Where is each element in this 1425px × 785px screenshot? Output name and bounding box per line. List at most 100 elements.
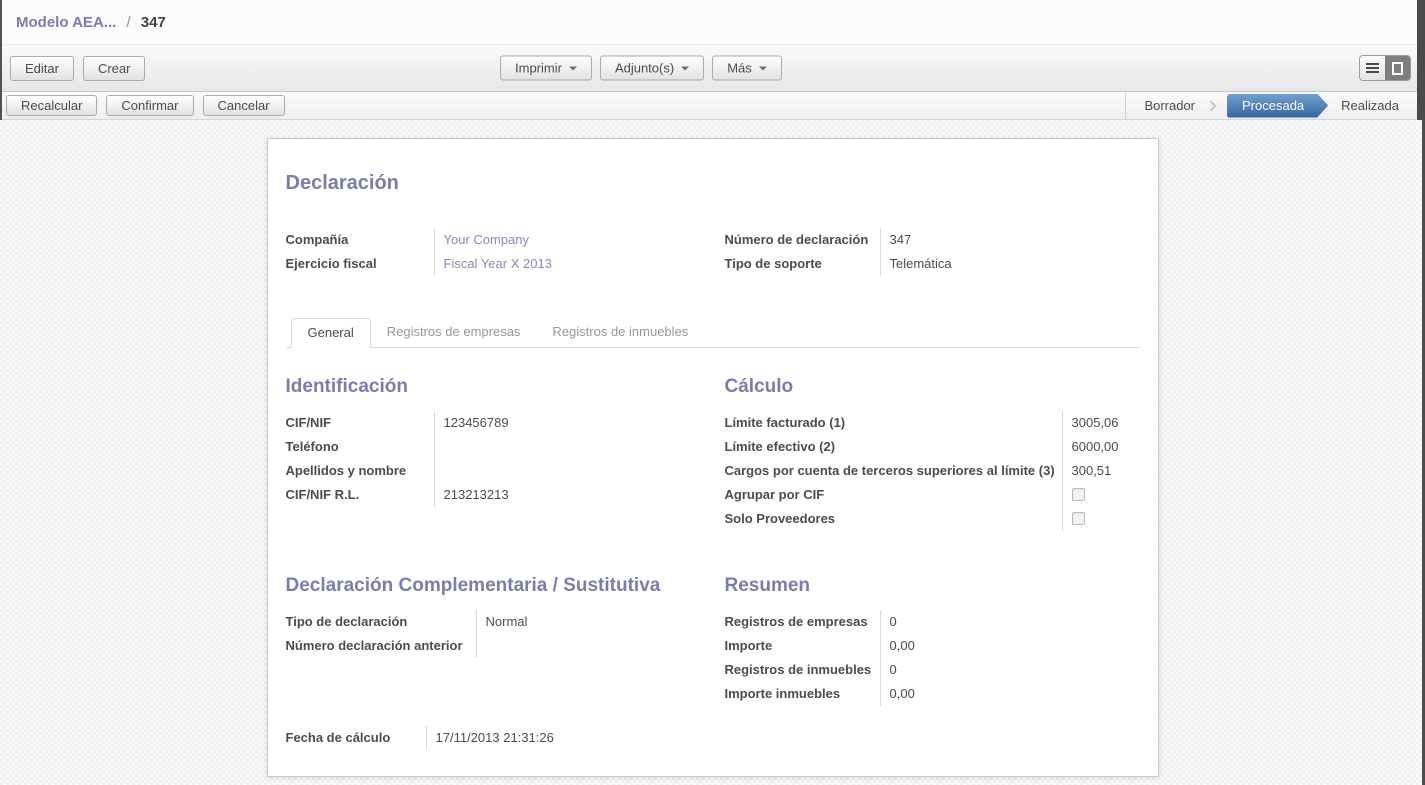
support-type-field: Tipo de soporte Telemática: [725, 252, 1140, 276]
create-button[interactable]: Crear: [83, 56, 146, 81]
cif-nif-rl-field: CIF/NIF R.L. 213213213: [286, 483, 701, 507]
top-left-group: Compañía Your Company Ejercicio fiscal F…: [286, 228, 701, 276]
declaration-number-value: 347: [880, 228, 1140, 252]
window-edge-left: [0, 0, 2, 120]
notebook-tabs: General Registros de empresas Registros …: [286, 318, 1140, 348]
registros-inmuebles-field: Registros de inmuebles 0: [725, 658, 1140, 682]
more-button-label: Más: [727, 61, 752, 76]
breadcrumb-parent-link[interactable]: Modelo AEA...: [16, 14, 116, 31]
apellidos-nombre-label: Apellidos y nombre: [286, 459, 434, 483]
tipo-declaracion-value: Normal: [476, 610, 701, 634]
complementary-group: Declaración Complementaria / Sustitutiva…: [286, 575, 701, 706]
company-link[interactable]: Your Company: [434, 228, 701, 252]
breadcrumb: Modelo AEA... / 347: [0, 0, 1425, 44]
print-button-label: Imprimir: [515, 61, 562, 76]
view-switcher: [1359, 55, 1411, 81]
fiscal-year-field: Ejercicio fiscal Fiscal Year X 2013: [286, 252, 701, 276]
support-type-value: Telemática: [880, 252, 1140, 276]
solo-proveedores-checkbox[interactable]: [1072, 512, 1085, 525]
caret-down-icon: [681, 67, 689, 71]
telefono-field: Teléfono: [286, 435, 701, 459]
summary-group: Resumen Registros de empresas 0 Importe …: [725, 575, 1140, 706]
declaration-number-field: Número de declaración 347: [725, 228, 1140, 252]
company-field: Compañía Your Company: [286, 228, 701, 252]
limite-efectivo-label: Límite efectivo (2): [725, 435, 1062, 459]
importe-inmuebles-field: Importe inmuebles 0,00: [725, 682, 1140, 706]
importe-inmuebles-value: 0,00: [880, 682, 1140, 706]
solo-proveedores-label: Solo Proveedores: [725, 507, 1062, 531]
fiscal-year-label: Ejercicio fiscal: [286, 252, 434, 276]
support-type-label: Tipo de soporte: [725, 252, 880, 276]
importe-field: Importe 0,00: [725, 634, 1140, 658]
calculation-title: Cálculo: [725, 376, 1140, 398]
breadcrumb-current: 347: [141, 14, 166, 31]
breadcrumb-divider: /: [120, 14, 136, 31]
toolbar: Editar Crear Imprimir Adjunto(s) Más: [0, 44, 1425, 92]
print-button[interactable]: Imprimir: [500, 56, 592, 81]
action-bar: Recalcular Confirmar Cancelar Borrador P…: [0, 92, 1425, 120]
cif-nif-value: 123456789: [434, 411, 701, 435]
tipo-declaracion-field: Tipo de declaración Normal: [286, 610, 701, 634]
complementary-title: Declaración Complementaria / Sustitutiva: [286, 575, 701, 597]
cif-nif-field: CIF/NIF 123456789: [286, 411, 701, 435]
numero-declaracion-anterior-value: [476, 634, 701, 658]
status-procesada[interactable]: Procesada: [1227, 94, 1328, 118]
limite-facturado-field: Límite facturado (1) 3005,06: [725, 411, 1140, 435]
fecha-calculo-label: Fecha de cálculo: [286, 726, 426, 750]
limite-facturado-value: 3005,06: [1062, 411, 1140, 435]
list-view-button[interactable]: [1360, 56, 1385, 80]
cancel-button[interactable]: Cancelar: [203, 95, 285, 116]
agrupar-por-cif-field: Agrupar por CIF: [725, 483, 1140, 507]
form-title: Declaración: [286, 172, 1140, 194]
tab-registros-de-inmuebles[interactable]: Registros de inmuebles: [536, 318, 704, 348]
registros-empresas-label: Registros de empresas: [725, 610, 880, 634]
importe-inmuebles-label: Importe inmuebles: [725, 682, 880, 706]
form-view-icon: [1392, 62, 1403, 75]
identification-group: Identificación CIF/NIF 123456789 Teléfon…: [286, 376, 701, 531]
tab-registros-de-empresas[interactable]: Registros de empresas: [371, 318, 537, 348]
agrupar-por-cif-checkbox[interactable]: [1072, 488, 1085, 501]
limite-efectivo-value: 6000,00: [1062, 435, 1140, 459]
summary-title: Resumen: [725, 575, 1140, 597]
importe-label: Importe: [725, 634, 880, 658]
limite-facturado-label: Límite facturado (1): [725, 411, 1062, 435]
status-borrador[interactable]: Borrador: [1144, 98, 1195, 113]
fiscal-year-link[interactable]: Fiscal Year X 2013: [434, 252, 701, 276]
cargos-terceros-value: 300,51: [1062, 459, 1140, 483]
list-view-icon: [1366, 63, 1379, 73]
cargos-terceros-field: Cargos por cuenta de terceros superiores…: [725, 459, 1140, 483]
cargos-terceros-label: Cargos por cuenta de terceros superiores…: [725, 459, 1062, 483]
form-view-button[interactable]: [1385, 56, 1410, 80]
tipo-declaracion-label: Tipo de declaración: [286, 610, 476, 634]
caret-down-icon: [569, 67, 577, 71]
top-right-group: Número de declaración 347 Tipo de soport…: [725, 228, 1140, 276]
identification-title: Identificación: [286, 376, 701, 398]
registros-inmuebles-value: 0: [880, 658, 1140, 682]
statusbar: Borrador Procesada Realizada: [1125, 92, 1415, 119]
cif-nif-rl-value: 213213213: [434, 483, 701, 507]
edit-button[interactable]: Editar: [10, 56, 74, 81]
attachments-button[interactable]: Adjunto(s): [600, 56, 704, 81]
limite-efectivo-field: Límite efectivo (2) 6000,00: [725, 435, 1140, 459]
caret-down-icon: [759, 67, 767, 71]
status-realizada[interactable]: Realizada: [1341, 98, 1399, 113]
declaration-number-label: Número de declaración: [725, 228, 880, 252]
form-view: Declaración Compañía Your Company Ejerci…: [0, 120, 1425, 777]
fecha-calculo-value: 17/11/2013 21:31:26: [426, 726, 720, 750]
confirm-button[interactable]: Confirmar: [106, 95, 193, 116]
telefono-label: Teléfono: [286, 435, 434, 459]
form-sheet: Declaración Compañía Your Company Ejerci…: [267, 138, 1159, 777]
recalculate-button[interactable]: Recalcular: [6, 95, 97, 116]
agrupar-por-cif-label: Agrupar por CIF: [725, 483, 1062, 507]
apellidos-nombre-field: Apellidos y nombre: [286, 459, 701, 483]
cif-nif-label: CIF/NIF: [286, 411, 434, 435]
fecha-calculo-field: Fecha de cálculo 17/11/2013 21:31:26: [286, 726, 720, 750]
more-button[interactable]: Más: [712, 56, 782, 81]
telefono-value: [434, 435, 701, 459]
attachments-button-label: Adjunto(s): [615, 61, 674, 76]
calculation-group: Cálculo Límite facturado (1) 3005,06 Lím…: [725, 376, 1140, 531]
registros-inmuebles-label: Registros de inmuebles: [725, 658, 880, 682]
registros-empresas-field: Registros de empresas 0: [725, 610, 1140, 634]
cif-nif-rl-label: CIF/NIF R.L.: [286, 483, 434, 507]
tab-general[interactable]: General: [291, 318, 371, 348]
